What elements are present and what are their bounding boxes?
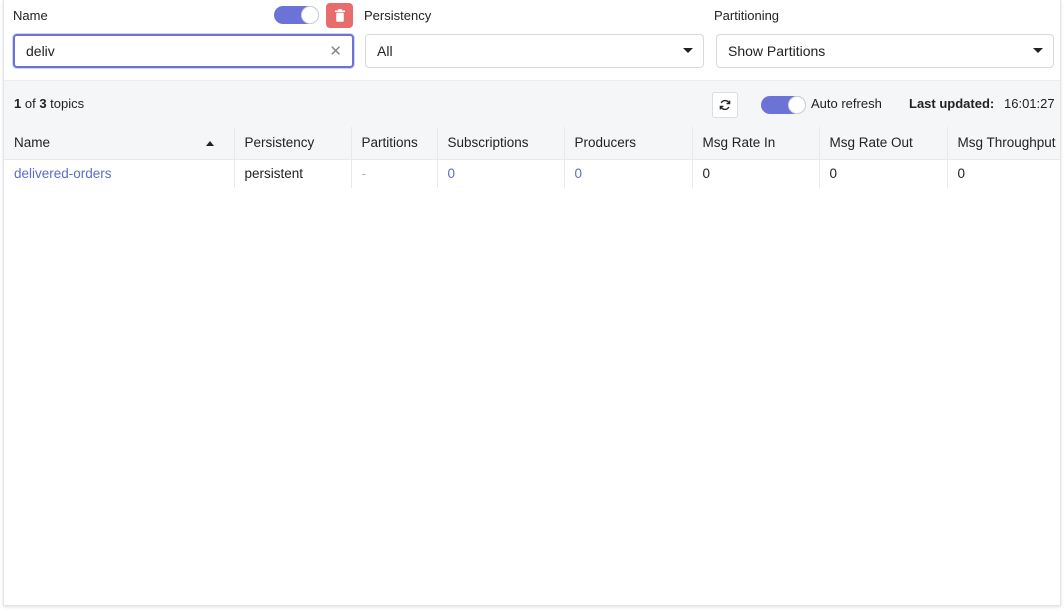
column-header-msg-rate-in[interactable]: Msg Rate In — [692, 127, 820, 160]
persistency-select[interactable]: All — [365, 34, 704, 68]
persistency-filter-label: Persistency — [364, 8, 432, 23]
topic-msg-throughput: 0 — [947, 159, 1060, 188]
sort-asc-icon — [205, 141, 214, 146]
topic-persistency: persistent — [234, 159, 352, 188]
toggle-knob — [789, 97, 805, 113]
column-header-producers[interactable]: Producers — [564, 127, 693, 160]
delete-filter-button[interactable] — [326, 3, 353, 28]
auto-refresh-toggle[interactable] — [761, 96, 806, 114]
topic-producers-link[interactable]: 0 — [564, 159, 693, 188]
table-row: delivered-orders persistent - 0 0 0 0 0 — [4, 159, 1060, 188]
column-header-persistency[interactable]: Persistency — [234, 127, 352, 160]
topic-msg-rate-out: 0 — [819, 159, 948, 188]
caret-down-icon — [683, 48, 693, 53]
column-header-msg-rate-out[interactable]: Msg Rate Out — [819, 127, 948, 160]
refresh-button[interactable] — [712, 92, 738, 118]
partitioning-selected-value: Show Partitions — [728, 43, 826, 59]
refresh-icon — [719, 99, 731, 111]
toggle-knob — [302, 7, 318, 23]
auto-refresh-label: Auto refresh — [811, 96, 882, 111]
trash-icon — [334, 9, 345, 22]
table-header-row: Name Persistency Partitions Subscription… — [4, 127, 1060, 160]
close-icon[interactable]: ✕ — [329, 44, 342, 59]
topics-panel: Name deliv ✕ Persistency All Partitionin… — [3, 0, 1061, 606]
name-filter-input[interactable]: deliv ✕ — [13, 34, 354, 68]
column-header-msg-throughput[interactable]: Msg Throughput — [947, 127, 1060, 160]
name-filter-label: Name — [13, 8, 48, 23]
column-header-partitions[interactable]: Partitions — [351, 127, 438, 160]
topic-msg-rate-in: 0 — [692, 159, 820, 188]
caret-down-icon — [1033, 48, 1043, 53]
topic-partitions: - — [351, 159, 438, 188]
last-updated-label: Last updated: — [909, 96, 995, 111]
topic-name-link[interactable]: delivered-orders — [4, 159, 235, 188]
name-filter-toggle[interactable] — [274, 6, 319, 24]
partitioning-filter-label: Partitioning — [714, 8, 780, 23]
last-updated-time: 16:01:27 — [1004, 96, 1055, 111]
persistency-selected-value: All — [377, 43, 393, 59]
column-header-subscriptions[interactable]: Subscriptions — [437, 127, 565, 160]
column-header-name[interactable]: Name — [4, 127, 235, 160]
summary-bar: 1 of 3 topics Auto refresh Last updated:… — [4, 80, 1060, 127]
partitioning-select[interactable]: Show Partitions — [716, 34, 1054, 68]
name-filter-value: deliv — [26, 43, 55, 59]
topic-subscriptions-link[interactable]: 0 — [437, 159, 565, 188]
topics-table: Name Persistency Partitions Subscription… — [4, 127, 1060, 188]
filter-bar: Name deliv ✕ Persistency All Partitionin… — [4, 0, 1060, 80]
topic-count: 1 of 3 topics — [14, 96, 85, 111]
